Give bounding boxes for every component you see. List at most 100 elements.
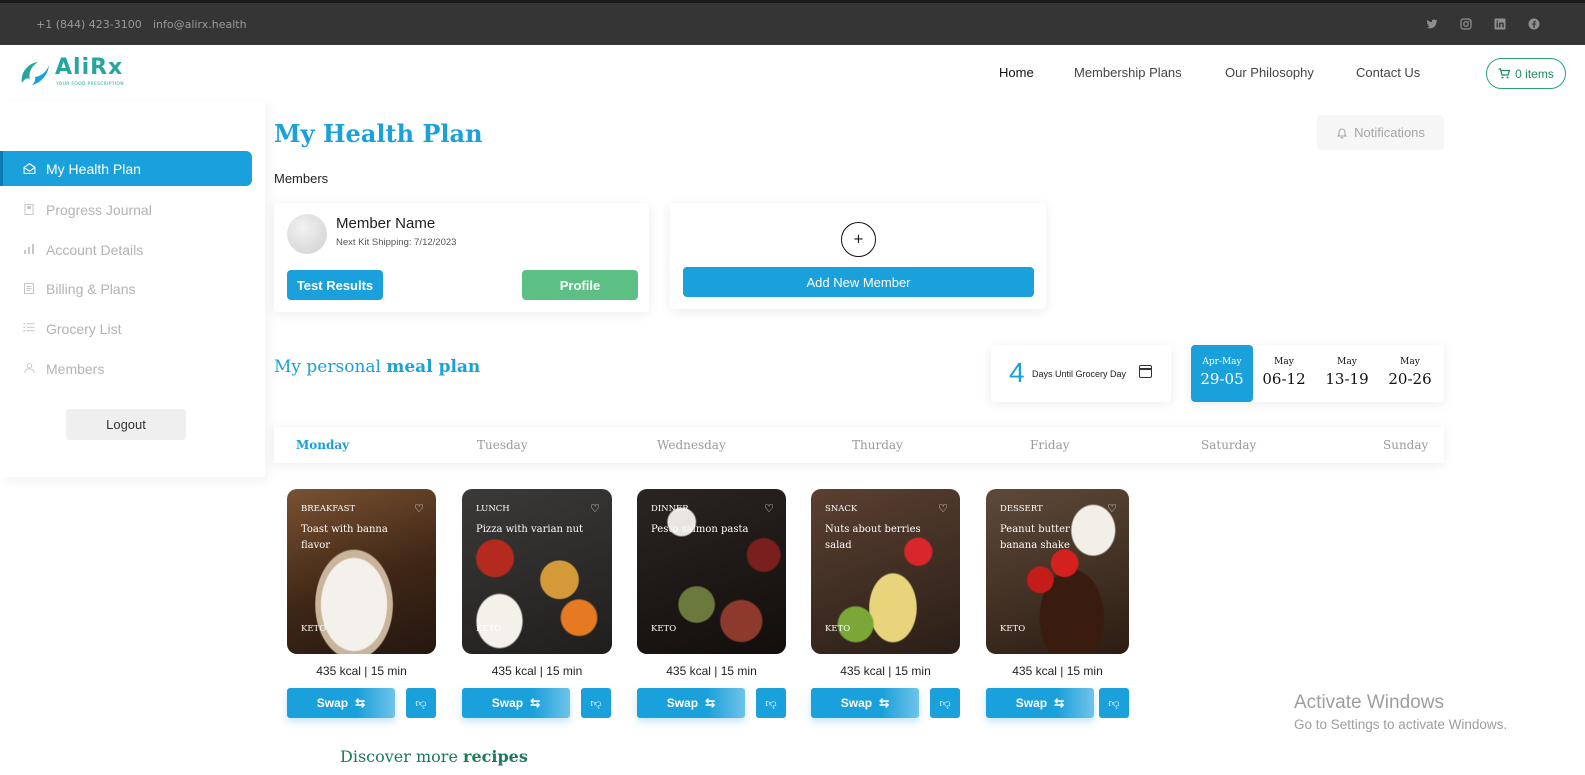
meal-type: DESSERT bbox=[1000, 504, 1043, 514]
phone-number[interactable]: +1 (844) 423-3100 bbox=[36, 18, 142, 31]
thumbs-down-icon[interactable]: 👎︎ bbox=[930, 688, 960, 718]
discover-recipes-heading[interactable]: Discover more recipes bbox=[340, 747, 528, 766]
meal-card-lunch[interactable]: LUNCH Pizza with varian nut KETO ♡ bbox=[462, 489, 612, 654]
notifications-button[interactable]: Notifications bbox=[1317, 115, 1444, 150]
meal-type: SNACK bbox=[825, 504, 858, 514]
week-option[interactable]: May 06-12 bbox=[1253, 345, 1315, 402]
meal-name: Pizza with varian nut bbox=[476, 524, 584, 535]
swap-arrows-icon: ⇆ bbox=[530, 696, 541, 710]
week-option-active[interactable]: Apr-May 29-05 bbox=[1191, 345, 1253, 402]
heart-icon[interactable]: ♡ bbox=[590, 502, 600, 515]
page-title: My Health Plan bbox=[274, 119, 483, 148]
meal-card-snack[interactable]: SNACK Nuts about berries salad KETO ♡ bbox=[811, 489, 960, 654]
nav-our-philosophy[interactable]: Our Philosophy bbox=[1225, 65, 1314, 80]
receipt-icon bbox=[22, 282, 36, 296]
cart-count: 0 items bbox=[1515, 66, 1554, 81]
sidebar-item-label: Grocery List bbox=[46, 320, 122, 337]
plus-icon[interactable]: + bbox=[841, 222, 876, 257]
bell-icon bbox=[1336, 128, 1348, 139]
notifications-label: Notifications bbox=[1354, 125, 1425, 140]
swap-label: Swap bbox=[491, 696, 524, 710]
nav-contact-us[interactable]: Contact Us bbox=[1356, 65, 1420, 80]
meal-stats: 435 kcal | 15 min bbox=[666, 664, 757, 678]
thumbs-down-icon[interactable]: 👎︎ bbox=[756, 688, 786, 718]
cart-button[interactable]: 0 items bbox=[1486, 58, 1566, 89]
swap-button[interactable]: Swap ⇆ bbox=[986, 688, 1094, 718]
meal-card-dinner[interactable]: DINNER Pesto salmon pasta KETO ♡ bbox=[637, 489, 786, 654]
thumbs-down-icon[interactable]: 👎︎ bbox=[1099, 688, 1129, 718]
swap-label: Swap bbox=[316, 696, 349, 710]
swap-button[interactable]: Swap ⇆ bbox=[811, 688, 919, 718]
heart-icon[interactable]: ♡ bbox=[764, 502, 774, 515]
activate-windows-watermark: Activate Windows Go to Settings to activ… bbox=[1294, 692, 1507, 732]
week-days: 06-12 bbox=[1262, 370, 1306, 388]
grocery-days-label: Days Until Grocery Day bbox=[1032, 369, 1127, 379]
swap-button[interactable]: Swap ⇆ bbox=[462, 688, 570, 718]
tab-friday[interactable]: Friday bbox=[1030, 438, 1070, 452]
meal-stats: 435 kcal | 15 min bbox=[316, 664, 407, 678]
profile-button[interactable]: Profile bbox=[522, 270, 638, 300]
meal-diet-tag: KETO bbox=[651, 624, 677, 634]
sidebar-item-billing-plans[interactable]: Billing & Plans bbox=[0, 271, 252, 306]
week-month: Apr-May bbox=[1202, 357, 1242, 367]
linkedin-icon[interactable] bbox=[1493, 18, 1507, 32]
cart-icon bbox=[1498, 68, 1511, 79]
meal-type: BREAKFAST bbox=[301, 504, 356, 514]
heart-icon[interactable]: ♡ bbox=[1107, 502, 1117, 515]
email-address[interactable]: info@alirx.health bbox=[153, 18, 247, 31]
meal-card-dessert[interactable]: DESSERT Peanut butter banana shake KETO … bbox=[986, 489, 1129, 654]
meal-plan-title-bold: meal plan bbox=[386, 357, 481, 377]
swap-label: Swap bbox=[840, 696, 873, 710]
test-results-button[interactable]: Test Results bbox=[287, 270, 383, 300]
swap-button[interactable]: Swap ⇆ bbox=[637, 688, 745, 718]
add-new-member-button[interactable]: Add New Member bbox=[683, 267, 1034, 297]
tab-saturday[interactable]: Saturday bbox=[1201, 438, 1256, 452]
instagram-icon[interactable] bbox=[1459, 18, 1473, 32]
meal-card-breakfast[interactable]: BREAKFAST Toast with banna flavor KETO ♡ bbox=[287, 489, 436, 654]
thumbs-down-icon[interactable]: 👎︎ bbox=[406, 688, 436, 718]
sidebar-item-label: Account Details bbox=[46, 241, 144, 258]
tab-tuesday[interactable]: Tuesday bbox=[477, 438, 528, 452]
sidebar-item-my-health-plan[interactable]: My Health Plan bbox=[0, 151, 252, 186]
logout-button[interactable]: Logout bbox=[66, 409, 186, 440]
heart-icon[interactable]: ♡ bbox=[414, 502, 424, 515]
twitter-icon[interactable] bbox=[1425, 18, 1439, 32]
logo-text[interactable]: AliRx bbox=[55, 55, 123, 80]
week-days: 29-05 bbox=[1200, 370, 1244, 388]
calendar-icon[interactable] bbox=[1139, 365, 1152, 378]
sidebar-item-grocery-list[interactable]: Grocery List bbox=[0, 311, 252, 346]
sidebar-item-progress-journal[interactable]: Progress Journal bbox=[0, 192, 252, 227]
logo-tagline: YOUR FOOD PRESCRIPTION bbox=[56, 82, 124, 87]
nav-membership-plans[interactable]: Membership Plans bbox=[1074, 65, 1182, 80]
meal-diet-tag: KETO bbox=[301, 624, 327, 634]
swap-arrows-icon: ⇆ bbox=[1054, 696, 1065, 710]
meal-type: LUNCH bbox=[476, 504, 510, 514]
meal-stats: 435 kcal | 15 min bbox=[491, 664, 583, 678]
tab-sunday[interactable]: Sunday bbox=[1383, 438, 1428, 452]
tab-monday[interactable]: Monday bbox=[296, 438, 349, 452]
user-icon bbox=[22, 362, 36, 376]
tab-wednesday[interactable]: Wednesday bbox=[657, 438, 726, 452]
tab-thursday[interactable]: Thurday bbox=[852, 438, 903, 452]
swap-button[interactable]: Swap ⇆ bbox=[287, 688, 395, 718]
alirx-logo-icon[interactable] bbox=[18, 57, 52, 89]
sidebar-item-account-details[interactable]: Account Details bbox=[0, 232, 252, 267]
meal-stats: 435 kcal | 15 min bbox=[840, 664, 931, 678]
bar-chart-icon bbox=[22, 243, 36, 257]
activate-windows-subtitle: Go to Settings to activate Windows. bbox=[1294, 717, 1508, 732]
heart-icon[interactable]: ♡ bbox=[938, 502, 948, 515]
facebook-icon[interactable] bbox=[1527, 18, 1541, 32]
meal-diet-tag: KETO bbox=[1000, 624, 1026, 634]
swap-arrows-icon: ⇆ bbox=[705, 696, 716, 710]
thumbs-down-icon[interactable]: 👎︎ bbox=[581, 688, 611, 718]
avatar bbox=[287, 214, 327, 254]
meal-diet-tag: KETO bbox=[476, 624, 502, 634]
meal-name: Peanut butter banana shake bbox=[1000, 524, 1070, 551]
nav-home[interactable]: Home bbox=[999, 65, 1034, 80]
week-option[interactable]: May 13-19 bbox=[1316, 345, 1378, 402]
meal-stats: 435 kcal | 15 min bbox=[1012, 664, 1103, 678]
sidebar: My Health Plan Progress Journal Account … bbox=[0, 101, 265, 477]
week-option[interactable]: May 20-26 bbox=[1379, 345, 1441, 402]
main-header: AliRx YOUR FOOD PRESCRIPTION Home Member… bbox=[0, 45, 1585, 101]
sidebar-item-members[interactable]: Members bbox=[0, 351, 252, 386]
